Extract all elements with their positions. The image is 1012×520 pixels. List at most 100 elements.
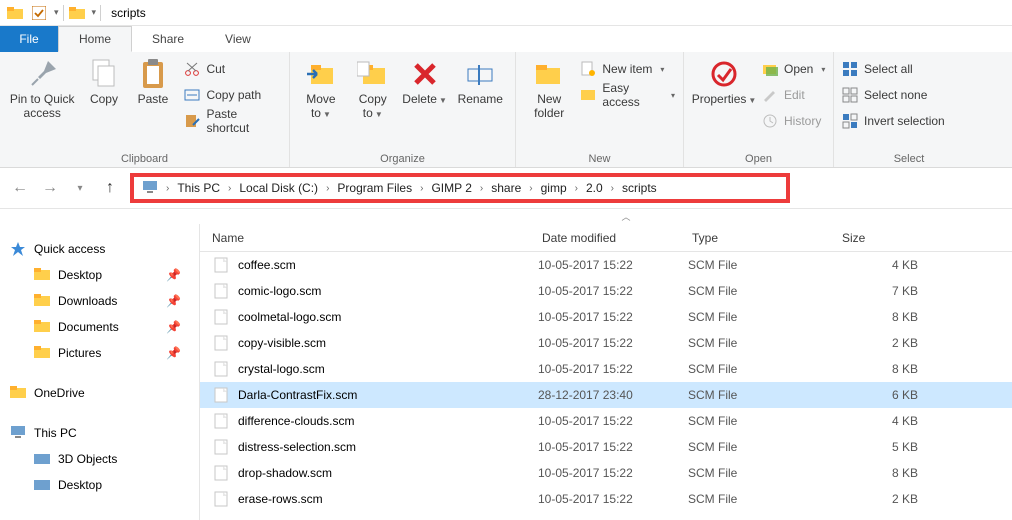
pin-icon: 📌 [166,268,181,282]
select-all-button[interactable]: Select all [842,58,945,80]
forward-button[interactable]: → [40,179,60,197]
view-tab[interactable]: View [205,26,272,52]
file-type: SCM File [688,414,838,428]
crumb[interactable]: scripts [622,181,657,195]
breadcrumb[interactable]: › This PC › Local Disk (C:) › Program Fi… [130,173,790,203]
rename-button[interactable]: Rename [454,56,507,106]
qat-dropdown-icon[interactable]: ▾ [54,7,59,18]
move-to-button[interactable]: Move to▼ [298,56,344,122]
file-row[interactable]: copy-visible.scm10-05-2017 15:22SCM File… [200,330,1012,356]
pin-icon: 📌 [166,294,181,308]
file-icon [214,309,230,325]
group-clipboard: Pin to Quick access Copy Paste Cut [0,52,290,167]
cut-button[interactable]: Cut [184,58,281,80]
copy-button[interactable]: Copy [82,56,125,106]
file-row[interactable]: difference-clouds.scm10-05-2017 15:22SCM… [200,408,1012,434]
crumb[interactable]: 2.0 [586,181,603,195]
col-size[interactable]: Size [830,231,950,245]
file-name: copy-visible.scm [238,336,538,350]
chevron-right-icon[interactable]: › [607,183,618,194]
col-date[interactable]: Date modified [530,231,680,245]
back-button[interactable]: ← [10,179,30,197]
file-row[interactable]: drop-shadow.scm10-05-2017 15:22SCM File8… [200,460,1012,486]
file-row[interactable]: Darla-ContrastFix.scm28-12-2017 23:40SCM… [200,382,1012,408]
home-tab[interactable]: Home [58,26,132,52]
star-icon [10,241,26,257]
column-headers[interactable]: Name Date modified Type Size [200,224,1012,252]
chevron-right-icon[interactable]: › [571,183,582,194]
delete-button[interactable]: Delete▼ [402,56,448,108]
sidebar-item[interactable]: Desktop [0,472,199,498]
file-tab[interactable]: File [0,26,58,52]
this-pc[interactable]: This PC [0,420,199,446]
crumb[interactable]: gimp [541,181,567,195]
up-button[interactable]: ↑ [100,179,120,197]
select-none-button[interactable]: Select none [842,84,945,106]
file-row[interactable]: crystal-logo.scm10-05-2017 15:22SCM File… [200,356,1012,382]
file-size: 2 KB [838,492,938,506]
file-icon [214,413,230,429]
paste-shortcut-button[interactable]: Paste shortcut [184,110,281,132]
file-row[interactable]: comic-logo.scm10-05-2017 15:22SCM File7 … [200,278,1012,304]
properties-icon [708,58,740,90]
crumb[interactable]: share [491,181,521,195]
sidebar-item[interactable]: Pictures📌 [0,340,199,366]
chevron-right-icon[interactable]: › [476,183,487,194]
properties-button[interactable]: Properties▼ [692,56,756,108]
folder-icon [10,385,26,401]
file-icon [214,335,230,351]
file-name: crystal-logo.scm [238,362,538,376]
file-size: 7 KB [838,284,938,298]
onedrive[interactable]: OneDrive [0,380,199,406]
chevron-right-icon[interactable]: › [322,183,333,194]
crumb[interactable]: Local Disk (C:) [239,181,318,195]
collapse-toggle[interactable]: ︿ [0,208,1012,224]
quick-access[interactable]: Quick access [0,236,199,262]
share-tab[interactable]: Share [132,26,205,52]
copy-path-button[interactable]: Copy path [184,84,281,106]
chevron-right-icon[interactable]: › [525,183,536,194]
file-date: 10-05-2017 15:22 [538,440,688,454]
new-item-button[interactable]: New item▾ [580,58,675,80]
qat-dropdown-icon[interactable]: ▾ [92,7,97,18]
file-row[interactable]: coolmetal-logo.scm10-05-2017 15:22SCM Fi… [200,304,1012,330]
new-folder-icon [533,58,565,90]
open-button[interactable]: Open▾ [762,58,825,80]
history-button[interactable]: History [762,110,825,132]
pin-quick-access-button[interactable]: Pin to Quick access [8,56,76,120]
file-name: coolmetal-logo.scm [238,310,538,324]
crumb[interactable]: GIMP 2 [431,181,471,195]
copy-to-button[interactable]: Copy to▼ [350,56,396,122]
paste-button[interactable]: Paste [131,56,174,106]
invert-selection-button[interactable]: Invert selection [842,110,945,132]
sidebar-item[interactable]: Desktop📌 [0,262,199,288]
file-type: SCM File [688,284,838,298]
crumb[interactable]: Program Files [337,181,412,195]
sidebar-item[interactable]: Documents📌 [0,314,199,340]
col-name[interactable]: Name [200,231,530,245]
col-type[interactable]: Type [680,231,830,245]
folder-icon [34,267,50,283]
file-row[interactable]: erase-rows.scm10-05-2017 15:22SCM File2 … [200,486,1012,512]
recent-dropdown[interactable]: ▾ [70,183,90,194]
edit-button[interactable]: Edit [762,84,825,106]
sidebar-item[interactable]: 3D Objects [0,446,199,472]
file-icon [214,257,230,273]
file-date: 10-05-2017 15:22 [538,466,688,480]
checkbox-icon[interactable] [30,4,48,22]
file-row[interactable]: coffee.scm10-05-2017 15:22SCM File4 KB [200,252,1012,278]
easy-access-button[interactable]: Easy access▾ [580,84,675,106]
window-title: scripts [111,6,146,20]
sidebar-item[interactable]: Downloads📌 [0,288,199,314]
chevron-right-icon[interactable]: › [416,183,427,194]
file-size: 8 KB [838,362,938,376]
scissors-icon [184,61,200,77]
crumb[interactable]: This PC [177,181,220,195]
file-size: 8 KB [838,310,938,324]
file-row[interactable]: distress-selection.scm10-05-2017 15:22SC… [200,434,1012,460]
file-name: erase-rows.scm [238,492,538,506]
chevron-right-icon[interactable]: › [162,183,173,194]
file-date: 10-05-2017 15:22 [538,362,688,376]
chevron-right-icon[interactable]: › [224,183,235,194]
new-folder-button[interactable]: New folder [524,56,574,120]
